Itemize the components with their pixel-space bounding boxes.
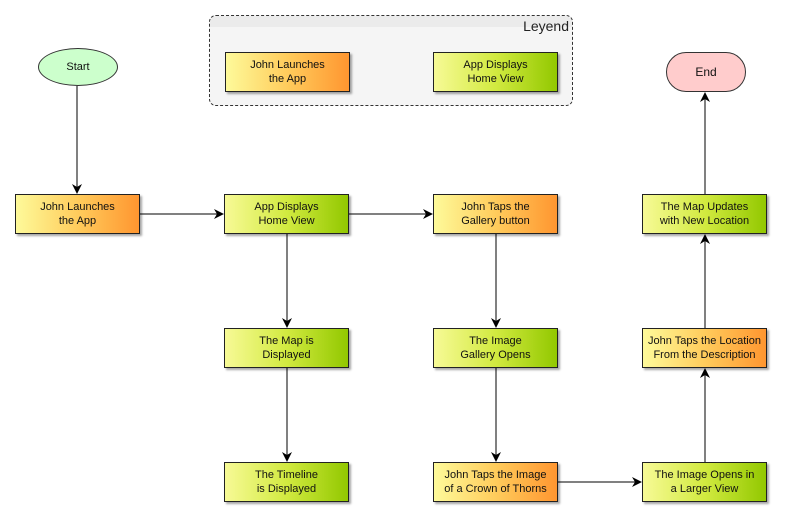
node-tap-gallery[interactable]: John Taps the Gallery button: [433, 194, 558, 234]
node-map-updates[interactable]: The Map Updates with New Location: [642, 194, 767, 234]
node-gallery-opens[interactable]: The Image Gallery Opens: [433, 328, 558, 368]
node-image-larger[interactable]: The Image Opens in a Larger View: [642, 462, 767, 502]
legend-panel: Leyend John Launches the App App Display…: [209, 15, 573, 106]
legend-header: Leyend: [210, 16, 572, 34]
node-launch[interactable]: John Launches the App: [15, 194, 140, 234]
node-tap-location[interactable]: John Taps the Location From the Descript…: [642, 328, 767, 368]
end-terminal[interactable]: End: [666, 52, 746, 92]
legend-item-system: App Displays Home View: [433, 52, 558, 92]
node-map-displayed[interactable]: The Map is Displayed: [224, 328, 349, 368]
legend-title: Leyend: [523, 18, 569, 34]
node-home[interactable]: App Displays Home View: [224, 194, 349, 234]
node-timeline[interactable]: The Timeline is Displayed: [224, 462, 349, 502]
end-label: End: [695, 65, 717, 79]
node-tap-image[interactable]: John Taps the Image of a Crown of Thorns: [433, 462, 558, 502]
legend-item-action: John Launches the App: [225, 52, 350, 92]
start-label: Start: [66, 61, 90, 73]
start-terminal[interactable]: Start: [38, 48, 118, 86]
